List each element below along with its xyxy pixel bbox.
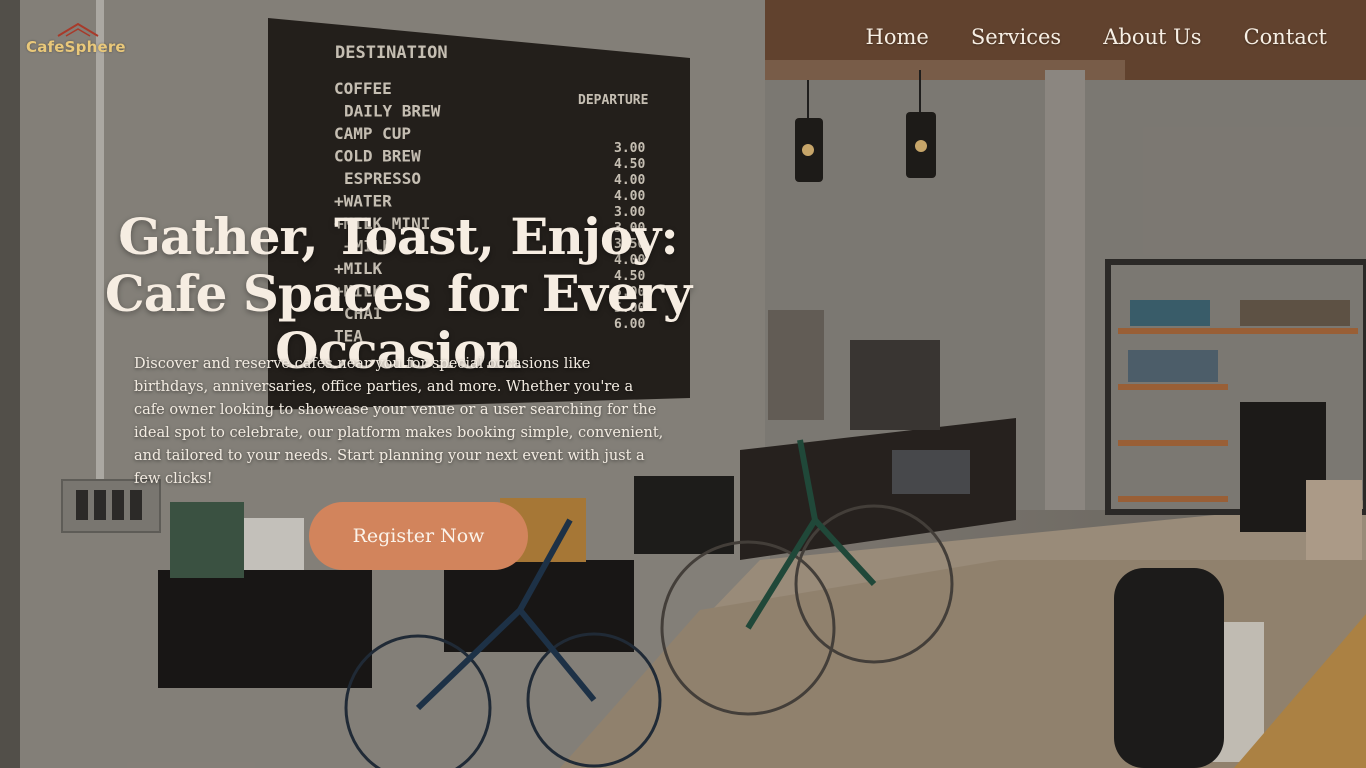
nav-contact-link[interactable]: Contact	[1223, 22, 1327, 52]
nav-services-link[interactable]: Services	[950, 22, 1082, 52]
brand-name: CafeSphere	[26, 38, 126, 56]
hero-section: DESTINATION DEPARTURE COFFEEDAILY BREWCA…	[0, 0, 1366, 768]
register-now-button[interactable]: Register Now	[309, 502, 528, 570]
main-nav: Home Services About Us Contact	[845, 22, 1328, 52]
nav-home-link[interactable]: Home	[845, 22, 950, 52]
hero-headline-line-1: Gather, Toast, Enjoy:	[118, 207, 679, 266]
hero-description: Discover and reserve cafes near you for …	[134, 356, 664, 487]
brand-logo[interactable]: CafeSphere	[26, 22, 136, 58]
house-roof-icon	[57, 22, 99, 37]
nav-about-link[interactable]: About Us	[1082, 22, 1222, 52]
